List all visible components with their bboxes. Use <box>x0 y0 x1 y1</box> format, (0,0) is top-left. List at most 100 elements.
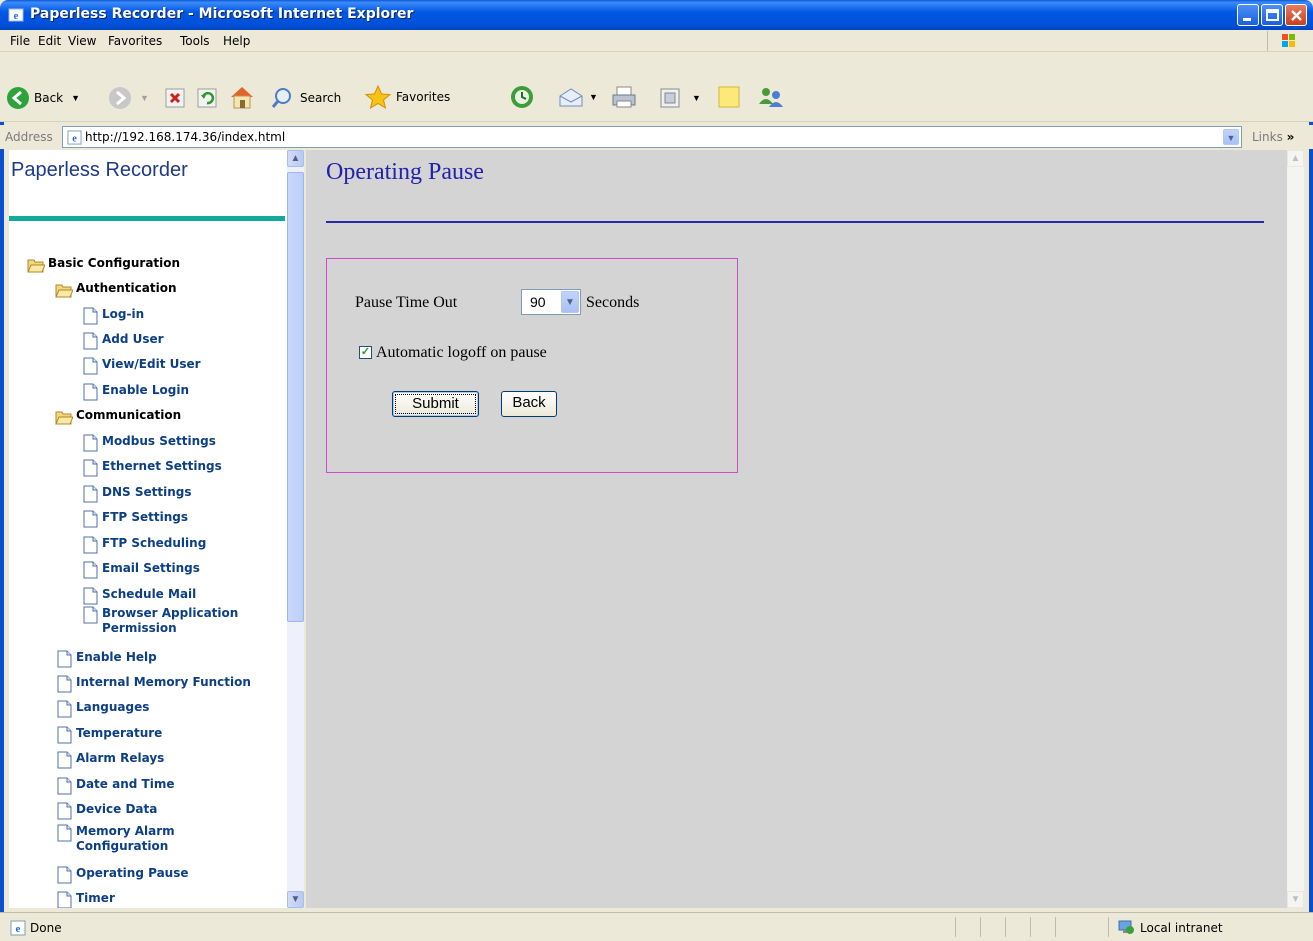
sidebar-item-label: Alarm Relays <box>76 751 165 765</box>
sidebar-item[interactable]: Alarm Relays <box>55 751 164 769</box>
sidebar-item[interactable]: FTP Scheduling <box>81 536 206 554</box>
favorites-button[interactable]: Favorites <box>364 84 450 110</box>
sidebar-item[interactable]: Email Settings <box>81 561 200 579</box>
status-text: Done <box>30 921 62 935</box>
content-scroll-down-icon[interactable]: ▼ <box>1287 891 1304 908</box>
scroll-up-icon[interactable]: ▲ <box>287 150 304 167</box>
sidebar-item[interactable]: View/Edit User <box>81 357 201 375</box>
pause-timeout-select[interactable]: 90 ▼ <box>521 289 581 315</box>
auto-logoff-checkbox[interactable]: ✓ <box>359 346 372 359</box>
navigation-frame: Paperless Recorder Basic Configuration Au… <box>9 150 304 908</box>
sidebar-item[interactable]: Temperature <box>55 726 162 744</box>
back-dropdown-icon[interactable]: ▼ <box>71 93 80 103</box>
sidebar-item[interactable]: Languages <box>55 700 149 718</box>
forward-button[interactable]: ▼ <box>108 86 149 110</box>
sidebar-item-label: FTP Settings <box>102 510 188 524</box>
home-icon <box>231 87 253 109</box>
open-folder-icon <box>27 259 45 273</box>
title-bar[interactable]: e Paperless Recorder - Microsoft Interne… <box>0 0 1313 30</box>
status-separator <box>1055 917 1056 937</box>
menu-view[interactable]: View <box>68 34 96 48</box>
home-button[interactable] <box>228 84 256 110</box>
menu-help[interactable]: Help <box>223 34 250 48</box>
sidebar-item[interactable]: Schedule Mail <box>81 587 196 605</box>
sidebar-item[interactable]: Device Data <box>55 802 157 820</box>
messenger-button[interactable] <box>756 84 786 110</box>
mail-dropdown-icon[interactable]: ▼ <box>589 92 598 102</box>
sidebar-item[interactable]: Ethernet Settings <box>81 459 222 477</box>
document-icon <box>83 459 98 477</box>
print-button[interactable] <box>610 84 638 110</box>
history-button[interactable] <box>508 84 536 110</box>
document-icon <box>57 726 72 744</box>
mail-icon <box>559 88 583 107</box>
content-scrollbar[interactable]: ▲ ▼ <box>1287 150 1304 908</box>
maximize-button[interactable] <box>1261 4 1283 26</box>
sidebar-item[interactable]: Add User <box>81 332 164 350</box>
document-icon <box>83 434 98 452</box>
close-button[interactable] <box>1285 4 1307 26</box>
menu-file[interactable]: File <box>10 34 30 48</box>
windows-logo-icon <box>1267 31 1307 51</box>
document-icon <box>57 650 72 668</box>
document-icon <box>57 777 72 795</box>
address-dropdown-icon[interactable]: ▼ <box>1223 129 1239 145</box>
forward-dropdown-icon: ▼ <box>140 93 149 103</box>
menu-edit[interactable]: Edit <box>38 34 61 48</box>
sidebar-item[interactable]: Enable Help <box>55 650 157 668</box>
sidebar-item[interactable]: Modbus Settings <box>81 434 216 452</box>
minimize-button[interactable] <box>1237 4 1259 26</box>
scroll-down-icon[interactable]: ▼ <box>287 891 304 908</box>
sidebar-item[interactable]: Internal Memory Function <box>55 675 251 693</box>
document-icon <box>57 700 72 718</box>
back-arrow-icon <box>7 87 29 109</box>
address-input[interactable]: e http://192.168.174.36/index.html ▼ <box>62 126 1242 148</box>
sidebar-item[interactable]: Memory Alarm Configuration <box>55 824 176 854</box>
document-icon <box>57 891 72 908</box>
refresh-button[interactable] <box>196 86 220 110</box>
sidebar-item[interactable]: Browser Application Permission <box>81 606 272 636</box>
sidebar-item[interactable]: Date and Time <box>55 777 174 795</box>
stop-button[interactable] <box>164 86 188 110</box>
document-icon <box>57 866 72 884</box>
sidebar-item-label: Date and Time <box>76 777 175 791</box>
chevron-down-icon[interactable]: ▼ <box>561 291 579 313</box>
document-icon <box>83 606 98 624</box>
edit-dropdown-icon[interactable]: ▼ <box>692 93 701 103</box>
address-bar: Address e http://192.168.174.36/index.ht… <box>0 125 1313 149</box>
sidebar-item[interactable]: Authentication <box>55 281 177 299</box>
local-intranet-icon <box>1118 920 1134 934</box>
sidebar-item[interactable]: DNS Settings <box>81 485 191 503</box>
open-folder-icon <box>55 411 73 425</box>
scrollbar-thumb[interactable] <box>287 172 304 622</box>
svg-text:e: e <box>16 923 21 935</box>
search-button[interactable]: Search <box>270 86 341 110</box>
sidebar-item[interactable]: Enable Login <box>81 383 189 401</box>
sidebar-item[interactable]: FTP Settings <box>81 510 188 528</box>
search-label: Search <box>300 91 342 105</box>
menu-tools[interactable]: Tools <box>180 34 210 48</box>
sidebar-item[interactable]: Operating Pause <box>55 866 189 884</box>
back-form-button[interactable]: Back <box>501 391 557 417</box>
sidebar-scrollbar[interactable]: ▲ ▼ <box>287 150 304 908</box>
sidebar-item[interactable]: Basic Configuration <box>27 256 180 274</box>
page-icon: e <box>67 130 82 145</box>
back-button[interactable]: Back ▼ <box>6 86 80 110</box>
sidebar-item[interactable]: Communication <box>55 408 181 426</box>
auto-logoff-label: Automatic logoff on pause <box>376 344 547 361</box>
mail-button[interactable]: ▼ <box>557 84 598 110</box>
links-button[interactable]: Links » <box>1252 130 1294 144</box>
sidebar-item-label: Log-in <box>102 307 145 321</box>
open-folder-icon <box>55 284 73 298</box>
discuss-button[interactable] <box>716 84 744 110</box>
document-icon <box>57 802 72 820</box>
menu-favorites[interactable]: Favorites <box>108 34 162 48</box>
stop-icon <box>165 88 185 108</box>
refresh-icon <box>197 88 217 108</box>
edit-button[interactable]: ▼ <box>658 86 701 110</box>
submit-button[interactable]: Submit <box>392 391 479 417</box>
status-bar: e Done Local intranet <box>0 912 1313 941</box>
sidebar-item[interactable]: Log-in <box>81 307 144 325</box>
content-scroll-up-icon[interactable]: ▲ <box>1287 150 1304 167</box>
sidebar-item[interactable]: Timer <box>55 891 115 908</box>
